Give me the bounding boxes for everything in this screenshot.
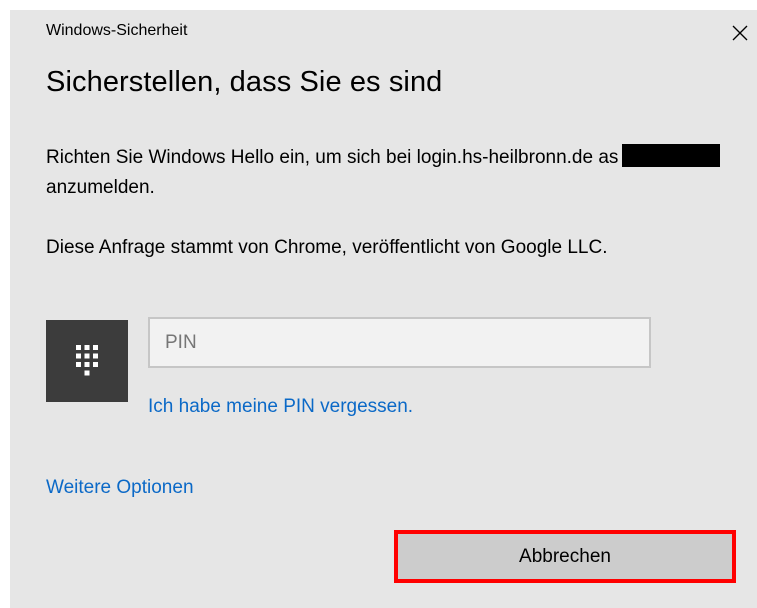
more-options-link[interactable]: Weitere Optionen: [46, 477, 194, 499]
forgot-pin-link[interactable]: Ich habe meine PIN vergessen.: [148, 396, 413, 418]
request-origin-text: Diese Anfrage stammt von Chrome, veröffe…: [46, 237, 608, 258]
setup-message-part2: anzumelden.: [46, 177, 155, 198]
pin-tile: [46, 320, 128, 402]
security-dialog: Windows-Sicherheit Sicherstellen, dass S…: [10, 10, 757, 608]
pin-input[interactable]: [148, 317, 651, 368]
setup-message: Richten Sie Windows Hello ein, um sich b…: [46, 143, 736, 203]
close-button[interactable]: [723, 16, 757, 50]
cancel-button[interactable]: Abbrechen: [394, 530, 736, 583]
app-title: Windows-Sicherheit: [46, 22, 188, 39]
close-icon: [732, 25, 748, 41]
title-bar: Windows-Sicherheit: [10, 10, 757, 54]
redacted-username: [622, 144, 721, 167]
pin-keypad-icon: [76, 345, 98, 376]
setup-message-part1: Richten Sie Windows Hello ein, um sich b…: [46, 147, 619, 168]
dialog-heading: Sicherstellen, dass Sie es sind: [46, 66, 443, 98]
